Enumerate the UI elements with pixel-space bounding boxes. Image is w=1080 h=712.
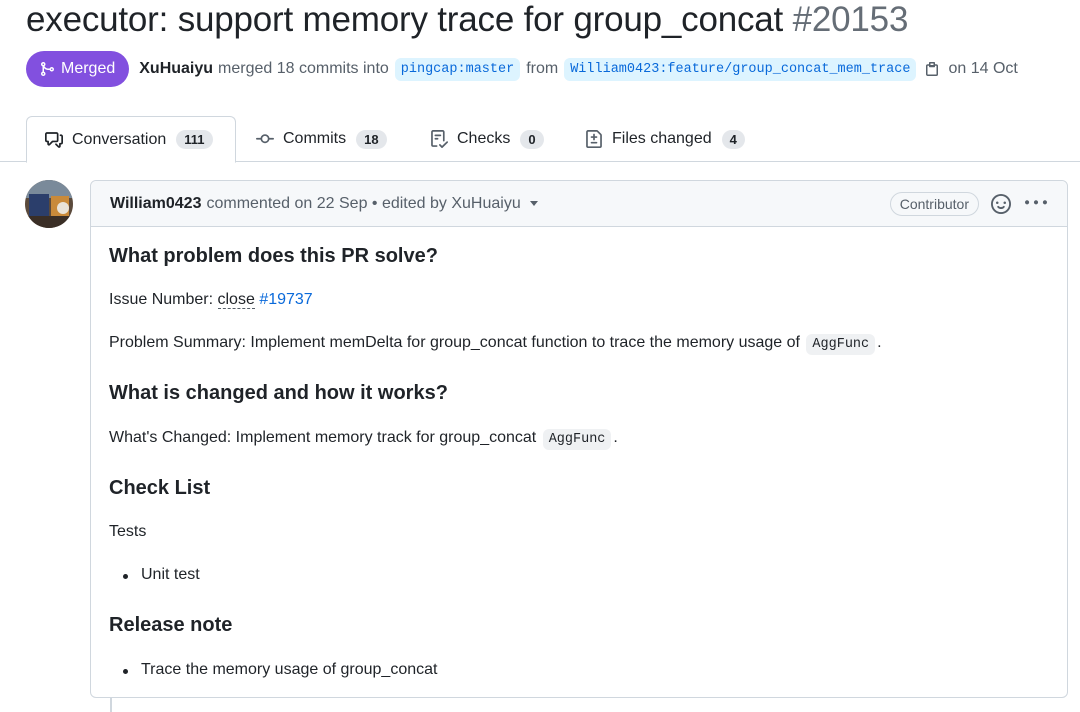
pr-number: #20153 — [792, 0, 909, 39]
merge-date: on 14 Oct — [948, 60, 1018, 77]
tests-label: Tests — [109, 523, 147, 540]
tab-conversation-count: 111 — [176, 130, 213, 149]
tab-conversation[interactable]: Conversation 111 — [26, 116, 236, 163]
copy-icon[interactable] — [924, 61, 940, 77]
tab-commits[interactable]: Commits 18 — [256, 116, 387, 162]
base-branch-link[interactable]: pingcap:master — [394, 57, 521, 81]
comment-meta: commented on 22 Sep • edited by XuHuaiyu — [206, 194, 521, 212]
edit-history-dropdown-icon[interactable] — [529, 201, 538, 206]
tab-files-changed[interactable]: Files changed 4 — [585, 116, 745, 162]
head-branch-link[interactable]: William0423:feature/group_concat_mem_tra… — [564, 57, 917, 81]
inline-code-aggfunc: AggFunc — [806, 334, 876, 355]
git-merge-icon — [41, 62, 55, 76]
heading-check-list: Check List — [109, 477, 211, 499]
pr-meta: Merged XuHuaiyu merged 18 commits into p… — [26, 51, 1018, 87]
whats-changed-line: What's Changed: Implement memory track f… — [109, 429, 618, 450]
comment-header: William0423 commented on 22 Sep • edited… — [91, 181, 1067, 227]
tab-files-changed-count: 4 — [721, 129, 745, 149]
smiley-icon[interactable] — [991, 194, 1011, 214]
heading-problem: What problem does this PR solve? — [109, 245, 438, 267]
tab-commits-count: 18 — [356, 129, 387, 149]
pr-tabs: Conversation 111 Commits 18 Checks 0 Fil… — [0, 116, 1080, 163]
problem-summary-line: Problem Summary: Implement memDelta for … — [109, 334, 882, 355]
contributor-badge: Contributor — [889, 192, 979, 216]
problem-summary-suffix: . — [877, 334, 882, 351]
tab-checks-count: 0 — [520, 129, 544, 149]
list-item-unit-test: Unit test — [123, 566, 200, 583]
issue-number-line: Issue Number: close #19737 — [109, 291, 313, 309]
pr-description-comment: William0423 commented on 22 Sep • edited… — [90, 180, 1068, 698]
heading-release-note: Release note — [109, 614, 233, 636]
problem-summary-text: Problem Summary: Implement memDelta for … — [109, 334, 800, 351]
pr-title-text: executor: support memory trace for group… — [26, 0, 784, 39]
close-keyword: close — [217, 291, 255, 309]
issue-link[interactable]: #19737 — [259, 291, 312, 308]
tab-checks-label: Checks — [457, 130, 511, 147]
whats-changed-text: What's Changed: Implement memory track f… — [109, 429, 537, 446]
checklist-icon — [430, 130, 448, 148]
avatar[interactable] — [25, 180, 73, 228]
tab-checks[interactable]: Checks 0 — [430, 116, 544, 162]
file-diff-icon — [585, 130, 603, 148]
pr-title: executor: support memory trace for group… — [26, 0, 908, 40]
timeline-line — [110, 698, 112, 712]
comment-author-link[interactable]: William0423 — [110, 195, 201, 213]
tab-files-changed-label: Files changed — [612, 130, 712, 147]
tab-conversation-label: Conversation — [72, 130, 167, 148]
heading-what-changed: What is changed and how it works? — [109, 382, 448, 404]
merger-link[interactable]: XuHuaiyu — [139, 60, 213, 78]
from-text: from — [526, 60, 559, 77]
list-item-release-note: Trace the memory usage of group_concat — [122, 661, 438, 678]
git-commit-icon — [256, 130, 274, 148]
tab-commits-label: Commits — [283, 130, 347, 147]
comment-discussion-icon — [45, 131, 63, 149]
issue-number-label: Issue Number: — [109, 291, 214, 308]
whats-changed-suffix: . — [613, 429, 618, 446]
inline-code-aggfunc-2: AggFunc — [542, 429, 612, 450]
merged-state-label: Merged — [61, 60, 116, 77]
merged-text: merged 18 commits into — [218, 60, 389, 77]
merged-state-badge: Merged — [26, 51, 130, 87]
kebab-horizontal-icon[interactable] — [1025, 192, 1047, 214]
